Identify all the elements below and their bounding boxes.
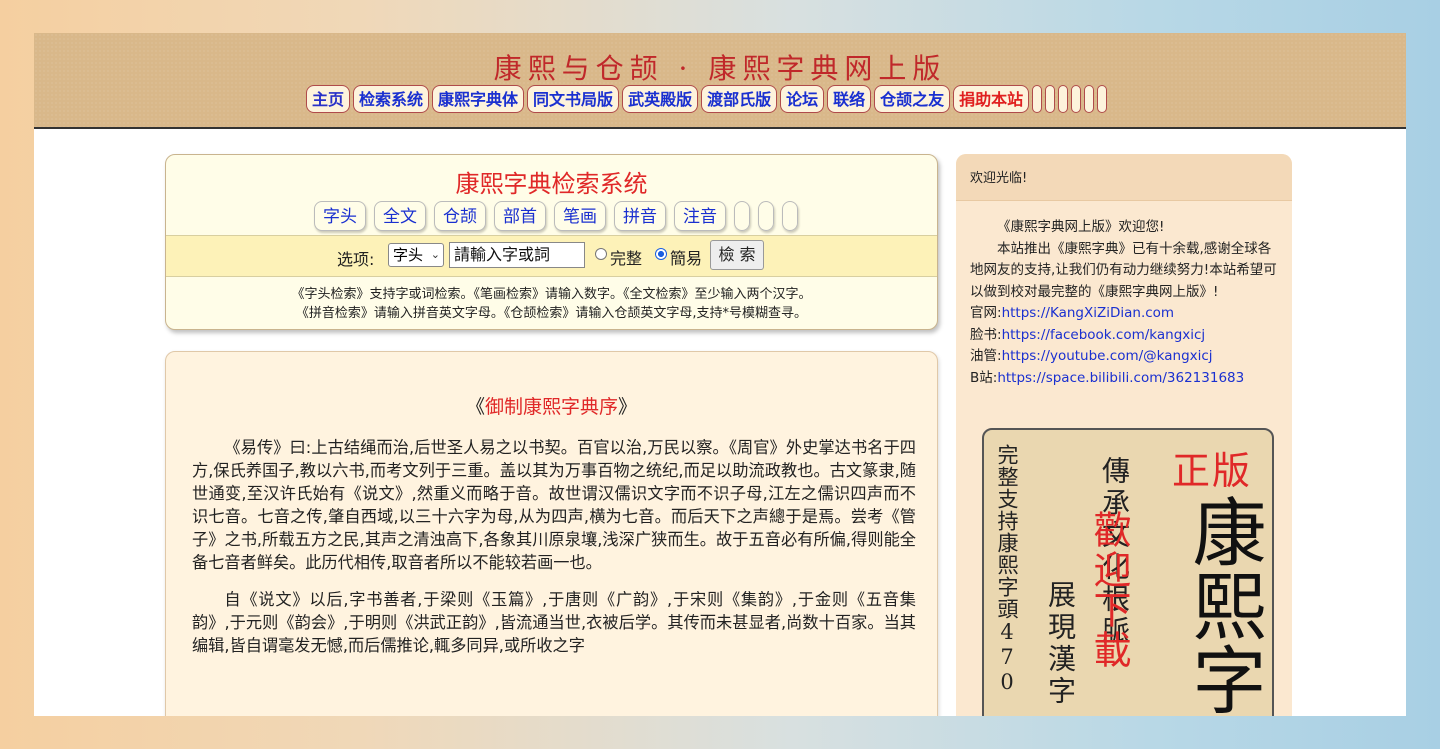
nav-search-system[interactable]: 检索系统 [353, 85, 430, 113]
official-site-link[interactable]: https://KangXiZiDian.com [1002, 305, 1175, 321]
options-label: 选项: [337, 250, 375, 269]
tab-zhuyin[interactable]: 注音 [674, 201, 726, 231]
select-value: 字头 [393, 246, 424, 264]
radio-full-label: 完整 [610, 249, 643, 268]
search-help-line: 《拼音检索》请输入拼音英文字母。《仓颉检索》请输入仓颉英文字母,支持*号模糊查寻… [295, 306, 808, 321]
sidebar-links: 官网:https://KangXiZiDian.com 脸书:https://f… [970, 303, 1278, 389]
nav-cangjie-friends[interactable]: 仓颉之友 [874, 85, 951, 113]
nav-home[interactable]: 主页 [306, 85, 351, 113]
facebook-link[interactable]: https://facebook.com/kangxicj [1002, 327, 1206, 343]
radio-simple[interactable] [655, 248, 667, 260]
link-label: 官网: [970, 305, 1002, 321]
search-mode-tabs: 字头 全文 仓颉 部首 笔画 拼音 注音 [314, 201, 798, 231]
nav-empty-tab[interactable] [1032, 85, 1043, 113]
preface-text: 《易传》曰:上古结绳而治,后世圣人易之以书契。百官以治,万民以察。《周官》外史掌… [192, 436, 916, 671]
nav-watanabe-edition[interactable]: 渡部氏版 [701, 85, 778, 113]
tab-strokes[interactable]: 笔画 [554, 201, 606, 231]
youtube-link[interactable]: https://youtube.com/@kangxicj [1002, 348, 1213, 364]
tab-headword[interactable]: 字头 [314, 201, 366, 231]
preface-paragraph: 自《说文》以后,字书善者,于梁则《玉篇》,于唐则《广韵》,于宋则《集韵》,于金则… [192, 590, 916, 655]
promo-big-text: 康熙字 [1180, 494, 1266, 716]
nav-empty-tab[interactable] [1084, 85, 1095, 113]
promo-text: 展現漢字 [1044, 580, 1077, 708]
nav-donate[interactable]: 捐助本站 [953, 85, 1030, 113]
search-panel-title: 康熙字典检索系统 [455, 170, 648, 198]
tab-cangjie[interactable]: 仓颉 [434, 201, 486, 231]
link-row: 官网:https://KangXiZiDian.com [970, 303, 1278, 325]
sidebar-paragraph: 本站推出《康熙字典》已有十余载,感谢全球各地网友的支持,让我们仍有动力继续努力!… [970, 240, 1277, 300]
nav-wuying-edition[interactable]: 武英殿版 [622, 85, 699, 113]
preface-title-link[interactable]: 御制康熙字典序 [485, 396, 618, 418]
nav-empty-tab[interactable] [1045, 85, 1056, 113]
search-type-select[interactable]: 字头 ⌄ [388, 243, 444, 267]
nav-contact[interactable]: 联络 [827, 85, 872, 113]
sidebar-paragraph: 《康熙字典网上版》欢迎您! [997, 219, 1165, 235]
nav-empty-tab[interactable] [1071, 85, 1082, 113]
nav-tongwen-edition[interactable]: 同文书局版 [527, 85, 620, 113]
title-bracket: 《 [465, 396, 485, 418]
preface-panel: 《御制康熙字典序》 《易传》曰:上古结绳而治,后世圣人易之以书契。百官以治,万民… [165, 351, 938, 716]
bilibili-link[interactable]: https://space.bilibili.com/362131683 [997, 370, 1244, 386]
link-label: B站: [970, 369, 998, 386]
tab-empty[interactable] [734, 201, 750, 231]
nav-empty-tab[interactable] [1097, 85, 1108, 113]
sidebar-body: 《康熙字典网上版》欢迎您! 本站推出《康熙字典》已有十余载,感谢全球各地网友的支… [956, 201, 1292, 389]
search-row: 选项: 字头 ⌄ 請輸入字或詞 完整 簡易 檢 索 [166, 235, 937, 277]
tab-empty[interactable] [782, 201, 798, 231]
title-bracket: 》 [618, 396, 638, 418]
nav-kangxi-font[interactable]: 康熙字典体 [432, 85, 525, 113]
link-label: 油管: [970, 348, 1002, 364]
nav-empty-tab[interactable] [1058, 85, 1069, 113]
link-label: 脸书: [970, 326, 1002, 343]
promo-genuine-text: 正版 [1172, 449, 1253, 493]
promo-text: 完整支持康熙字頭470 [995, 444, 1019, 695]
sidebar: 欢迎光临! 《康熙字典网上版》欢迎您! 本站推出《康熙字典》已有十余载,感谢全球… [956, 154, 1292, 716]
nav-forum[interactable]: 论坛 [780, 85, 825, 113]
tab-pinyin[interactable]: 拼音 [614, 201, 666, 231]
radio-simple-label: 簡易 [670, 249, 703, 268]
link-row: 油管:https://youtube.com/@kangxicj [970, 346, 1278, 368]
page-frame: 康熙与仓颉 · 康熙字典网上版 主页 检索系统 康熙字典体 同文书局版 武英殿版… [34, 33, 1406, 716]
search-input[interactable]: 請輸入字或詞 [449, 242, 585, 268]
site-header: 康熙与仓颉 · 康熙字典网上版 主页 检索系统 康熙字典体 同文书局版 武英殿版… [34, 33, 1406, 129]
chevron-down-icon: ⌄ [430, 248, 440, 261]
link-row: B站:https://space.bilibili.com/362131683 [970, 368, 1278, 390]
radio-full[interactable] [595, 248, 607, 260]
tab-radical[interactable]: 部首 [494, 201, 546, 231]
preface-title: 《御制康熙字典序》 [166, 392, 937, 419]
main-nav: 主页 检索系统 康熙字典体 同文书局版 武英殿版 渡部氏版 论坛 联络 仓颉之友… [306, 85, 1108, 113]
link-row: 脸书:https://facebook.com/kangxicj [970, 325, 1278, 347]
search-panel: 康熙字典检索系统 字头 全文 仓颉 部首 笔画 拼音 注音 选项: 字头 ⌄ 請… [165, 154, 938, 330]
search-help-line: 《字头检索》支持字或词检索。《笔画检索》请输入数字。《全文检索》至少输入两个汉字… [291, 287, 812, 302]
search-help: 《字头检索》支持字或词检索。《笔画检索》请输入数字。《全文检索》至少输入两个汉字… [166, 285, 937, 323]
site-title: 康熙与仓颉 · 康熙字典网上版 [493, 52, 947, 85]
tab-fulltext[interactable]: 全文 [374, 201, 426, 231]
preface-paragraph: 《易传》曰:上古结绳而治,后世圣人易之以书契。百官以治,万民以察。《周官》外史掌… [192, 438, 916, 572]
promo-download-text: 歡迎下載 [1087, 510, 1131, 670]
sidebar-welcome: 欢迎光临! [956, 154, 1292, 201]
search-button[interactable]: 檢 索 [710, 240, 764, 270]
promo-banner[interactable]: 完整支持康熙字頭470 展現漢字 傳承文化根脈 歡迎下載 正版 康熙字 [982, 428, 1274, 716]
tab-empty[interactable] [758, 201, 774, 231]
